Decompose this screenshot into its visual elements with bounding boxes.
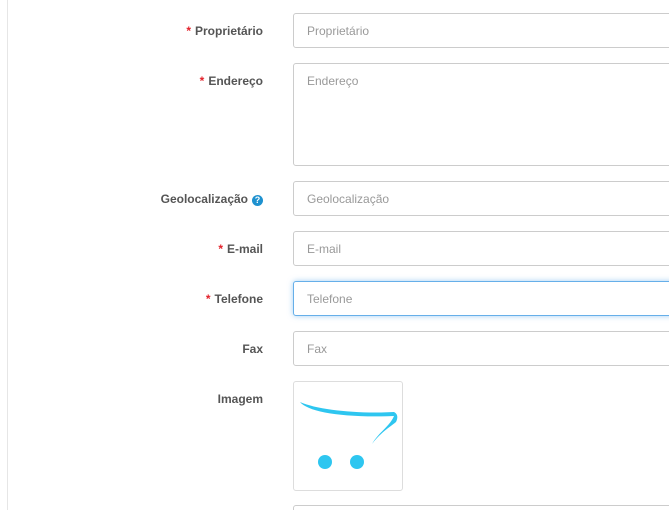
fax-input[interactable] (293, 331, 669, 366)
address-label: * Endereço (200, 74, 263, 88)
required-asterisk: * (205, 292, 211, 306)
email-label: * E-mail (218, 242, 263, 256)
store-settings-form: *Proprietário *Endereço Geolocalização? … (0, 0, 669, 510)
owner-label-text: Proprietário (194, 24, 263, 38)
required-asterisk: * (199, 74, 205, 88)
owner-input[interactable] (293, 13, 669, 48)
fax-label-text: Fax (242, 342, 263, 356)
fax-label: Fax (242, 342, 263, 356)
required-asterisk: * (186, 24, 191, 38)
opencart-cart-logo-icon (300, 402, 398, 469)
panel-left-border (7, 0, 8, 510)
image-label: Imagem (218, 392, 263, 406)
email-input[interactable] (293, 231, 669, 266)
required-asterisk: * (218, 242, 223, 256)
telephone-input[interactable] (293, 281, 669, 316)
next-field-partial[interactable] (293, 505, 669, 510)
address-label-text: Endereço (208, 74, 263, 88)
help-icon[interactable]: ? (252, 195, 263, 206)
owner-label: * Proprietário (186, 24, 263, 38)
email-label-text: E-mail (226, 242, 263, 256)
geocode-input[interactable] (293, 181, 669, 216)
image-label-text: Imagem (217, 392, 263, 406)
geocode-label-text: Geolocalização (160, 192, 248, 206)
geocode-label: Geolocalização? (161, 192, 263, 206)
telephone-label-text: Telefone (214, 292, 263, 306)
address-textarea[interactable] (293, 63, 669, 166)
telephone-label: * Telefone (206, 292, 263, 306)
image-thumbnail[interactable] (293, 381, 403, 491)
